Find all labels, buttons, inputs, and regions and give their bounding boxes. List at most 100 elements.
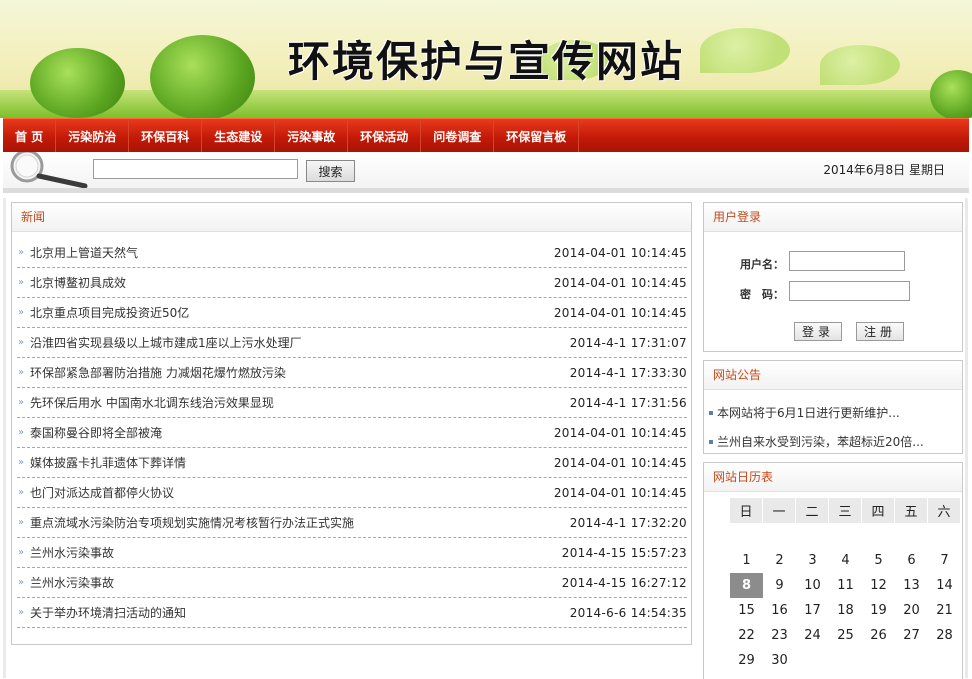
double-arrow-icon: » [18, 457, 25, 468]
double-arrow-icon: » [18, 397, 25, 408]
calendar-day[interactable]: 7 [928, 548, 961, 573]
nav-item-pollution-accidents[interactable]: 污染事故 [275, 119, 349, 153]
news-item[interactable]: » 兰州水污染事故 2014-4-15 16:27:12 [17, 568, 687, 598]
news-item[interactable]: » 关于举办环境清扫活动的通知 2014-6-6 14:54:35 [17, 598, 687, 628]
news-item-date: 2014-04-01 10:14:45 [553, 486, 687, 500]
news-item-title[interactable]: 北京用上管道天然气 [30, 238, 138, 268]
login-button[interactable]: 登录 [794, 322, 842, 341]
login-heading: 用户登录 [704, 203, 962, 232]
calendar-day[interactable]: 26 [862, 623, 895, 648]
calendar-day[interactable]: 11 [829, 573, 862, 598]
search-input[interactable] [93, 159, 298, 179]
calendar-day[interactable]: 17 [796, 598, 829, 623]
nav-item-survey[interactable]: 问卷调查 [421, 119, 495, 153]
current-date: 2014年6月8日 星期日 [823, 163, 945, 177]
news-item-title[interactable]: 关于举办环境清扫活动的通知 [30, 598, 186, 628]
calendar-day[interactable]: 19 [862, 598, 895, 623]
notice-item-text: 兰州自来水受到污染，苯超标近20倍... [717, 435, 924, 449]
calendar-empty-cell [796, 648, 829, 673]
calendar-day[interactable]: 10 [796, 573, 829, 598]
calendar-day[interactable]: 9 [763, 573, 796, 598]
calendar-empty-cell [928, 648, 961, 673]
calendar-day[interactable]: 5 [862, 548, 895, 573]
news-item-title[interactable]: 兰州水污染事故 [30, 568, 114, 598]
calendar-day[interactable]: 3 [796, 548, 829, 573]
calendar-day[interactable]: 8 [730, 573, 763, 598]
news-item[interactable]: » 重点流域水污染防治专项规划实施情况考核暂行办法正式实施 2014-4-1 17:… [17, 508, 687, 538]
calendar-day[interactable]: 12 [862, 573, 895, 598]
double-arrow-icon: » [18, 547, 25, 558]
double-arrow-icon: » [18, 307, 25, 318]
calendar-day[interactable]: 23 [763, 623, 796, 648]
notice-item[interactable]: 兰州自来水受到污染，苯超标近20倍... [709, 425, 962, 454]
calendar-empty-cell [829, 648, 862, 673]
calendar-day[interactable]: 28 [928, 623, 961, 648]
square-icon [709, 439, 713, 444]
magnifier-icon [10, 152, 88, 188]
calendar-day[interactable]: 25 [829, 623, 862, 648]
calendar-day[interactable]: 15 [730, 598, 763, 623]
nav-item-guestbook[interactable]: 环保留言板 [494, 119, 580, 153]
calendar-empty-cell [829, 523, 862, 548]
square-icon [709, 410, 713, 415]
news-item[interactable]: » 北京博鳌初具成效 2014-04-01 10:14:45 [17, 268, 687, 298]
news-item-title[interactable]: 泰国称曼谷即将全部被淹 [30, 418, 162, 448]
news-item[interactable]: » 媒体披露卡扎菲遗体下葬详情 2014-04-01 10:14:45 [17, 448, 687, 478]
calendar-day[interactable]: 29 [730, 648, 763, 673]
calendar-day[interactable]: 6 [895, 548, 928, 573]
password-input[interactable] [789, 281, 910, 301]
nav-item-ecology[interactable]: 生态建设 [202, 119, 276, 153]
calendar-empty-cell [796, 523, 829, 548]
calendar-day[interactable]: 18 [829, 598, 862, 623]
news-item-date: 2014-4-1 17:31:07 [569, 336, 687, 350]
news-item-date: 2014-4-1 17:31:56 [569, 396, 687, 410]
calendar-day[interactable]: 16 [763, 598, 796, 623]
search-button[interactable]: 搜索 [306, 160, 355, 182]
double-arrow-icon: » [18, 247, 25, 258]
news-item[interactable]: » 北京重点项目完成投资近50亿 2014-04-01 10:14:45 [17, 298, 687, 328]
calendar-day[interactable]: 13 [895, 573, 928, 598]
calendar-day[interactable]: 30 [763, 648, 796, 673]
calendar-day[interactable]: 1 [730, 548, 763, 573]
news-item-title[interactable]: 环保部紧急部署防治措施 力减烟花爆竹燃放污染 [30, 358, 286, 388]
calendar-day[interactable]: 4 [829, 548, 862, 573]
news-item[interactable]: » 沿淮四省实现县级以上城市建成1座以上污水处理厂 2014-4-1 17:31:0… [17, 328, 687, 358]
news-item-title[interactable]: 北京博鳌初具成效 [30, 268, 126, 298]
calendar-weekday: 六 [928, 498, 961, 523]
calendar-grid: 日一二三四五六 1 2 3 4 5 6 7 8 9 10 11 12 13 14 15 16 17 18 19 20 2… [730, 498, 961, 673]
news-item[interactable]: » 泰国称曼谷即将全部被淹 2014-04-01 10:14:45 [17, 418, 687, 448]
notice-item[interactable]: 本网站将于6月1日进行更新维护... [709, 396, 962, 425]
news-item-title[interactable]: 沿淮四省实现县级以上城市建成1座以上污水处理厂 [30, 328, 302, 358]
calendar-day[interactable]: 27 [895, 623, 928, 648]
news-item-title[interactable]: 兰州水污染事故 [30, 538, 114, 568]
username-input[interactable] [789, 251, 905, 271]
register-button[interactable]: 注册 [856, 322, 904, 341]
nav-item-home[interactable]: 首 页 [3, 119, 57, 153]
calendar-empty-cell [895, 648, 928, 673]
news-item[interactable]: » 兰州水污染事故 2014-4-15 15:57:23 [17, 538, 687, 568]
calendar-day[interactable]: 22 [730, 623, 763, 648]
news-item-date: 2014-04-01 10:14:45 [553, 456, 687, 470]
calendar-day[interactable]: 24 [796, 623, 829, 648]
calendar-panel: 网站日历表 日一二三四五六 1 2 3 4 5 6 7 8 9 10 11 12 13 14 15 16 17 1… [703, 462, 963, 679]
calendar-day[interactable]: 20 [895, 598, 928, 623]
nav-item-pollution-control[interactable]: 污染防治 [56, 119, 130, 153]
calendar-day[interactable]: 21 [928, 598, 961, 623]
nav-item-encyclopedia[interactable]: 环保百科 [129, 119, 203, 153]
news-item[interactable]: » 先环保后用水 中国南水北调东线治污效果显现 2014-4-1 17:31:56 [17, 388, 687, 418]
calendar-day[interactable]: 14 [928, 573, 961, 598]
news-item[interactable]: » 环保部紧急部署防治措施 力减烟花爆竹燃放污染 2014-4-1 17:33:30 [17, 358, 687, 388]
calendar-day[interactable]: 2 [763, 548, 796, 573]
news-item-title[interactable]: 先环保后用水 中国南水北调东线治污效果显现 [30, 388, 274, 418]
notice-heading: 网站公告 [704, 361, 962, 390]
news-item-title[interactable]: 媒体披露卡扎菲遗体下葬详情 [30, 448, 186, 478]
double-arrow-icon: » [18, 337, 25, 348]
news-item[interactable]: » 也门对派达成首都停火协议 2014-04-01 10:14:45 [17, 478, 687, 508]
news-heading: 新闻 [12, 203, 691, 232]
nav-item-activities[interactable]: 环保活动 [348, 119, 422, 153]
news-item-title[interactable]: 北京重点项目完成投资近50亿 [30, 298, 189, 328]
news-item-title[interactable]: 重点流域水污染防治专项规划实施情况考核暂行办法正式实施 [30, 508, 354, 538]
double-arrow-icon: » [18, 607, 25, 618]
news-item-title[interactable]: 也门对派达成首都停火协议 [30, 478, 174, 508]
news-item[interactable]: » 北京用上管道天然气 2014-04-01 10:14:45 [17, 238, 687, 268]
